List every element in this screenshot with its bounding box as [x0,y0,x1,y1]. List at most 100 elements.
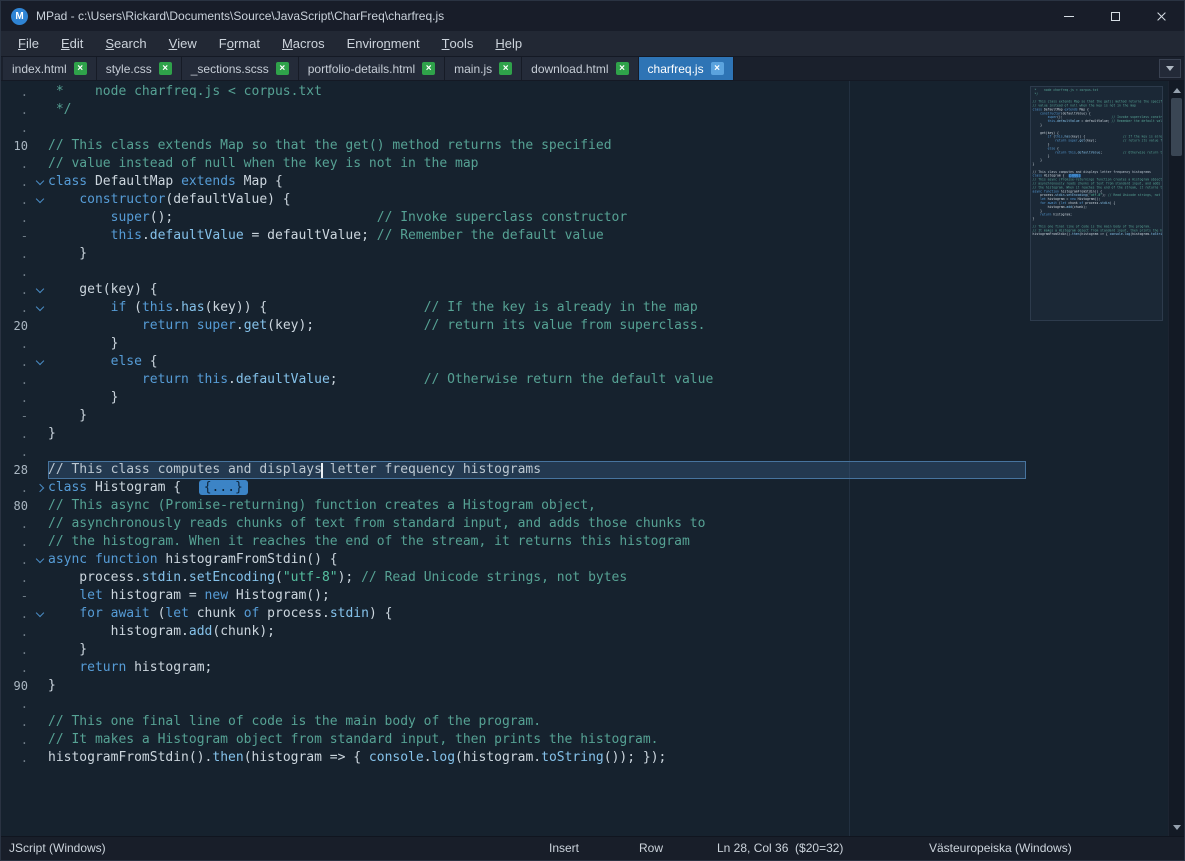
menu-tools[interactable]: Tools [431,31,485,56]
code-token: // Read Unicode strings, not bytes [361,570,627,585]
code-token: return [142,318,189,333]
tab-close-icon[interactable]: × [159,62,172,75]
code-line[interactable]: 28// This class computes and displays le… [5,461,1168,479]
tab-close-icon[interactable]: × [276,62,289,75]
code-token: defaultValue [1078,150,1101,154]
code-token: // This async (Promise-returning) functi… [48,498,596,513]
code-token: async [48,552,87,567]
code-line[interactable]: . else { [5,353,1168,371]
code-line[interactable]: .histogramFromStdin().then(histogram => … [5,749,1168,767]
menu-edit[interactable]: Edit [50,31,94,56]
minimap[interactable]: * node charfreq.js < corpus.txt */// Thi… [1030,86,1163,321]
code-area[interactable]: . * node charfreq.js < corpus.txt. */.10… [1,81,1168,836]
code-line[interactable]: . */ [5,101,1168,119]
tab-close-icon[interactable]: × [616,62,629,75]
editor[interactable]: . * node charfreq.js < corpus.txt. */.10… [1,81,1184,836]
menu-help[interactable]: Help [484,31,533,56]
code-token: } [48,390,118,405]
code-line[interactable]: . [5,695,1168,713]
tab-download.html[interactable]: download.html× [522,57,638,80]
maximize-icon [1111,12,1120,21]
scrollbar-thumb[interactable] [1171,98,1182,156]
tab-close-icon[interactable]: × [711,62,724,75]
menu-macros[interactable]: Macros [271,31,336,56]
maximize-button[interactable] [1092,1,1138,31]
code-line[interactable]: . [5,443,1168,461]
fold-open-icon[interactable] [35,608,43,616]
triangle-down-icon [1173,825,1181,830]
menu-file[interactable]: File [7,31,50,56]
tab-index.html[interactable]: index.html× [3,57,97,80]
code-line[interactable]: - } [5,407,1168,425]
code-line[interactable]: 90} [5,677,1168,695]
code-line[interactable]: - this.defaultValue = defaultValue; // R… [5,227,1168,245]
menu-search[interactable]: Search [94,31,157,56]
tab-main.js[interactable]: main.js× [445,57,522,80]
code-line[interactable]: .// asynchronously reads chunks of text … [5,515,1168,533]
code-line[interactable]: . if (this.has(key)) { // If the key is … [5,299,1168,317]
line-number: - [5,587,31,605]
fold-collapsed-icon[interactable] [35,484,43,492]
code-line[interactable]: 20 return super.get(key); // return its … [5,317,1168,335]
code-line[interactable]: .class DefaultMap extends Map { [5,173,1168,191]
code-line[interactable]: .// the histogram. When it reaches the e… [5,533,1168,551]
line-number: 28 [5,461,31,479]
menu-bar: FileEditSearchViewFormatMacrosEnvironmen… [1,31,1184,57]
code-line[interactable]: - let histogram = new Histogram(); [5,587,1168,605]
scroll-down-button[interactable] [1169,820,1184,834]
tab-portfolio-details.html[interactable]: portfolio-details.html× [299,57,445,80]
fold-open-icon[interactable] [35,302,43,310]
fold-open-icon[interactable] [35,284,43,292]
status-row-mode: Row [639,841,663,855]
menu-view[interactable]: View [158,31,208,56]
code-line[interactable]: .} [5,425,1168,443]
code-line[interactable]: .class Histogram { {...} [5,479,1168,497]
close-button[interactable] [1138,1,1184,31]
code-line[interactable]: .async function histogramFromStdin() { [5,551,1168,569]
code-line[interactable]: . for await (let chunk of process.stdin)… [5,605,1168,623]
code-token: class [48,480,87,495]
fold-open-icon[interactable] [35,554,43,562]
code-line[interactable]: . } [5,389,1168,407]
fold-open-icon[interactable] [35,176,43,184]
code-line[interactable]: . } [5,245,1168,263]
code-line[interactable]: . [5,119,1168,137]
fold-open-icon[interactable] [35,356,43,364]
fold-open-icon[interactable] [35,194,43,202]
code-line[interactable]: . return this.defaultValue; // Otherwise… [5,371,1168,389]
code-token: * node charfreq.js < corpus.txt [48,84,322,99]
code-text: super(); // Invoke superclass constructo… [48,209,627,227]
code-token: this [1068,150,1076,154]
code-line[interactable]: . * node charfreq.js < corpus.txt [5,83,1168,101]
code-line[interactable]: .// It makes a Histogram object from sta… [5,731,1168,749]
tab-charfreq.js[interactable]: charfreq.js× [639,57,734,80]
code-line[interactable]: .// value instead of null when the key i… [5,155,1168,173]
menu-format[interactable]: Format [208,31,271,56]
code-line[interactable]: . } [5,641,1168,659]
vertical-scrollbar[interactable] [1168,81,1184,836]
code-line[interactable]: . [5,263,1168,281]
tab-style.css[interactable]: style.css× [97,57,182,80]
code-token: process. [259,606,329,621]
code-line[interactable]: . super(); // Invoke superclass construc… [5,209,1168,227]
code-line[interactable]: .// This one final line of code is the m… [5,713,1168,731]
minimize-button[interactable] [1046,1,1092,31]
tab-close-icon[interactable]: × [422,62,435,75]
tab-close-icon[interactable]: × [74,62,87,75]
code-token: // If the key is already in the map [424,300,698,315]
code-line[interactable]: . histogram.add(chunk); [5,623,1168,641]
menu-environment[interactable]: Environment [336,31,431,56]
code-line[interactable]: . } [5,335,1168,353]
code-line[interactable]: . return histogram; [5,659,1168,677]
code-line[interactable]: . get(key) { [5,281,1168,299]
code-line[interactable]: . process.stdin.setEncoding("utf-8"); //… [5,569,1168,587]
scroll-up-button[interactable] [1169,83,1184,97]
code-line[interactable]: 80// This async (Promise-returning) func… [5,497,1168,515]
folded-code-box[interactable]: {...} [199,480,248,495]
tab-close-icon[interactable]: × [499,62,512,75]
tab-_sections.scss[interactable]: _sections.scss× [182,57,299,80]
fold-column [31,569,48,587]
code-line[interactable]: 10// This class extends Map so that the … [5,137,1168,155]
code-line[interactable]: . constructor(defaultValue) { [5,191,1168,209]
tab-list-dropdown[interactable] [1159,59,1181,78]
